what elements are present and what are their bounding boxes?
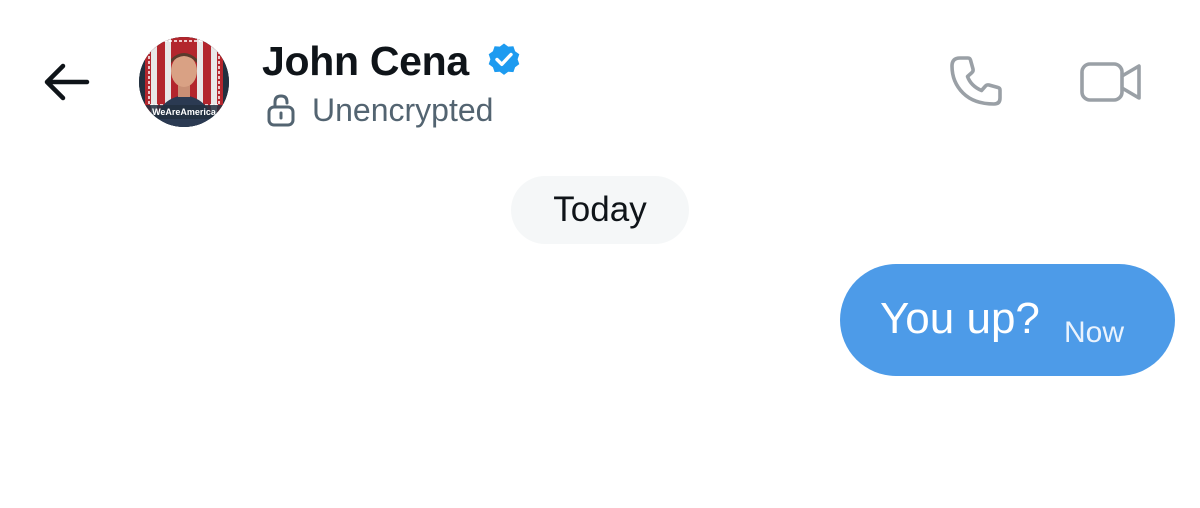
unlocked-padlock-icon — [266, 93, 296, 127]
avatar[interactable]: WeAreAmerica — [139, 37, 229, 127]
arrow-left-icon — [44, 63, 90, 101]
message-timestamp: Now — [1064, 316, 1125, 349]
back-button[interactable] — [38, 56, 94, 108]
encryption-status[interactable]: Unencrypted — [266, 88, 493, 132]
video-camera-icon — [1080, 62, 1141, 102]
avatar-image: WeAreAmerica — [139, 37, 229, 127]
phone-icon — [950, 56, 1002, 106]
verified-badge-icon — [488, 43, 520, 75]
voice-call-button[interactable] — [946, 52, 1006, 112]
date-separator: Today — [511, 176, 689, 244]
contact-name[interactable]: John Cena — [262, 36, 469, 86]
sent-message-bubble[interactable]: You up? Now — [840, 264, 1175, 376]
encryption-status-label: Unencrypted — [312, 91, 494, 128]
avatar-caption: WeAreAmerica — [152, 107, 217, 117]
dm-conversation-screen: WeAreAmerica John Cena Unencrypted Today — [0, 0, 1200, 508]
message-text: You up? — [880, 294, 1040, 343]
video-call-button[interactable] — [1078, 56, 1144, 108]
